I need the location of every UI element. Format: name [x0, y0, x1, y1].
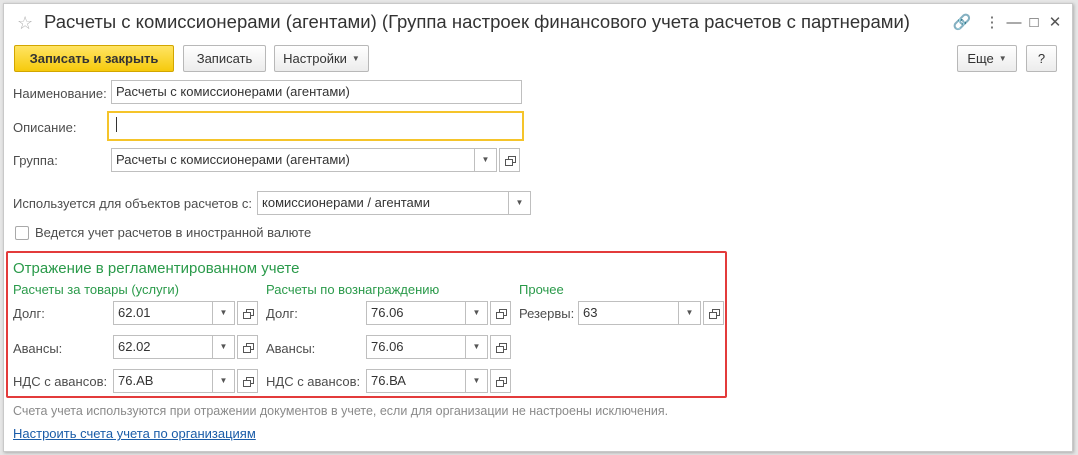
text-cursor — [116, 117, 117, 132]
open-icon — [495, 376, 507, 387]
goods-debt-open-button[interactable] — [237, 301, 258, 325]
reward-advances-dropdown-button[interactable]: ▼ — [466, 335, 488, 359]
chevron-down-icon: ▼ — [998, 54, 1007, 63]
accounting-section-title: Отражение в регламентированном учете — [13, 260, 300, 277]
reward-vat-label: НДС с авансов: — [266, 374, 361, 389]
description-field[interactable] — [107, 111, 524, 141]
group-field[interactable]: Расчеты с комиссионерами (агентами) — [111, 148, 475, 172]
group-label: Группа: — [13, 153, 58, 168]
maximize-icon[interactable]: □ — [1024, 13, 1044, 33]
close-icon[interactable]: ✕ — [1045, 13, 1065, 33]
used-for-dropdown-button[interactable]: ▼ — [509, 191, 531, 215]
accounts-note: Счета учета используются при отражении д… — [13, 404, 669, 418]
goods-debt-label: Долг: — [13, 306, 45, 321]
open-icon — [708, 308, 720, 319]
goods-vat-open-button[interactable] — [237, 369, 258, 393]
more-button[interactable]: Еще ▼ — [957, 45, 1017, 72]
used-for-label: Используется для объектов расчетов с: — [13, 196, 252, 211]
form-window: ☆ Расчеты с комиссионерами (агентами) (Г… — [3, 3, 1073, 452]
reward-debt-label: Долг: — [266, 306, 298, 321]
reserves-label: Резервы: — [519, 306, 575, 321]
settings-label: Настройки — [283, 51, 347, 66]
reward-debt-field[interactable]: 76.06 — [366, 301, 466, 325]
open-icon — [495, 342, 507, 353]
goods-vat-label: НДС с авансов: — [13, 374, 108, 389]
more-actions-icon[interactable]: ⋮ — [982, 13, 1002, 33]
minimize-icon[interactable]: — — [1004, 13, 1024, 33]
help-button[interactable]: ? — [1026, 45, 1057, 72]
goods-vat-dropdown-button[interactable]: ▼ — [213, 369, 235, 393]
configure-accounts-link[interactable]: Настроить счета учета по организациям — [13, 426, 256, 441]
reward-debt-dropdown-button[interactable]: ▼ — [466, 301, 488, 325]
reward-vat-open-button[interactable] — [490, 369, 511, 393]
goods-advances-field[interactable]: 62.02 — [113, 335, 213, 359]
reserves-open-button[interactable] — [703, 301, 724, 325]
open-icon — [242, 342, 254, 353]
reward-advances-field[interactable]: 76.06 — [366, 335, 466, 359]
goods-debt-dropdown-button[interactable]: ▼ — [213, 301, 235, 325]
reserves-field[interactable]: 63 — [578, 301, 679, 325]
open-icon — [242, 308, 254, 319]
reward-debt-open-button[interactable] — [490, 301, 511, 325]
chevron-down-icon: ▼ — [351, 54, 360, 63]
goods-debt-field[interactable]: 62.01 — [113, 301, 213, 325]
name-field[interactable]: Расчеты с комиссионерами (агентами) — [111, 80, 522, 104]
goods-section-title: Расчеты за товары (услуги) — [13, 282, 179, 297]
reward-vat-field[interactable]: 76.ВА — [366, 369, 466, 393]
settings-button[interactable]: Настройки ▼ — [274, 45, 369, 72]
reserves-dropdown-button[interactable]: ▼ — [679, 301, 701, 325]
more-label: Еще — [967, 51, 994, 66]
name-label: Наименование: — [13, 86, 107, 101]
group-dropdown-button[interactable]: ▼ — [475, 148, 497, 172]
group-open-button[interactable] — [499, 148, 520, 172]
foreign-currency-checkbox[interactable] — [15, 226, 29, 240]
save-button[interactable]: Записать — [183, 45, 266, 72]
used-for-field[interactable]: комиссионерами / агентами — [257, 191, 509, 215]
other-section-title: Прочее — [519, 282, 564, 297]
description-label: Описание: — [13, 120, 77, 135]
reward-vat-dropdown-button[interactable]: ▼ — [466, 369, 488, 393]
goods-advances-open-button[interactable] — [237, 335, 258, 359]
goods-advances-dropdown-button[interactable]: ▼ — [213, 335, 235, 359]
goods-advances-label: Авансы: — [13, 341, 63, 356]
open-icon — [504, 155, 516, 166]
goods-vat-field[interactable]: 76.АВ — [113, 369, 213, 393]
reward-advances-label: Авансы: — [266, 341, 316, 356]
foreign-currency-label[interactable]: Ведется учет расчетов в иностранной валю… — [35, 225, 311, 240]
link-icon[interactable]: 🔗 — [952, 13, 972, 33]
reward-section-title: Расчеты по вознаграждению — [266, 282, 440, 297]
reward-advances-open-button[interactable] — [490, 335, 511, 359]
open-icon — [495, 308, 507, 319]
window-title: Расчеты с комиссионерами (агентами) (Гру… — [44, 11, 910, 32]
save-and-close-button[interactable]: Записать и закрыть — [14, 45, 174, 72]
open-icon — [242, 376, 254, 387]
favorite-star-icon[interactable]: ☆ — [17, 13, 33, 34]
